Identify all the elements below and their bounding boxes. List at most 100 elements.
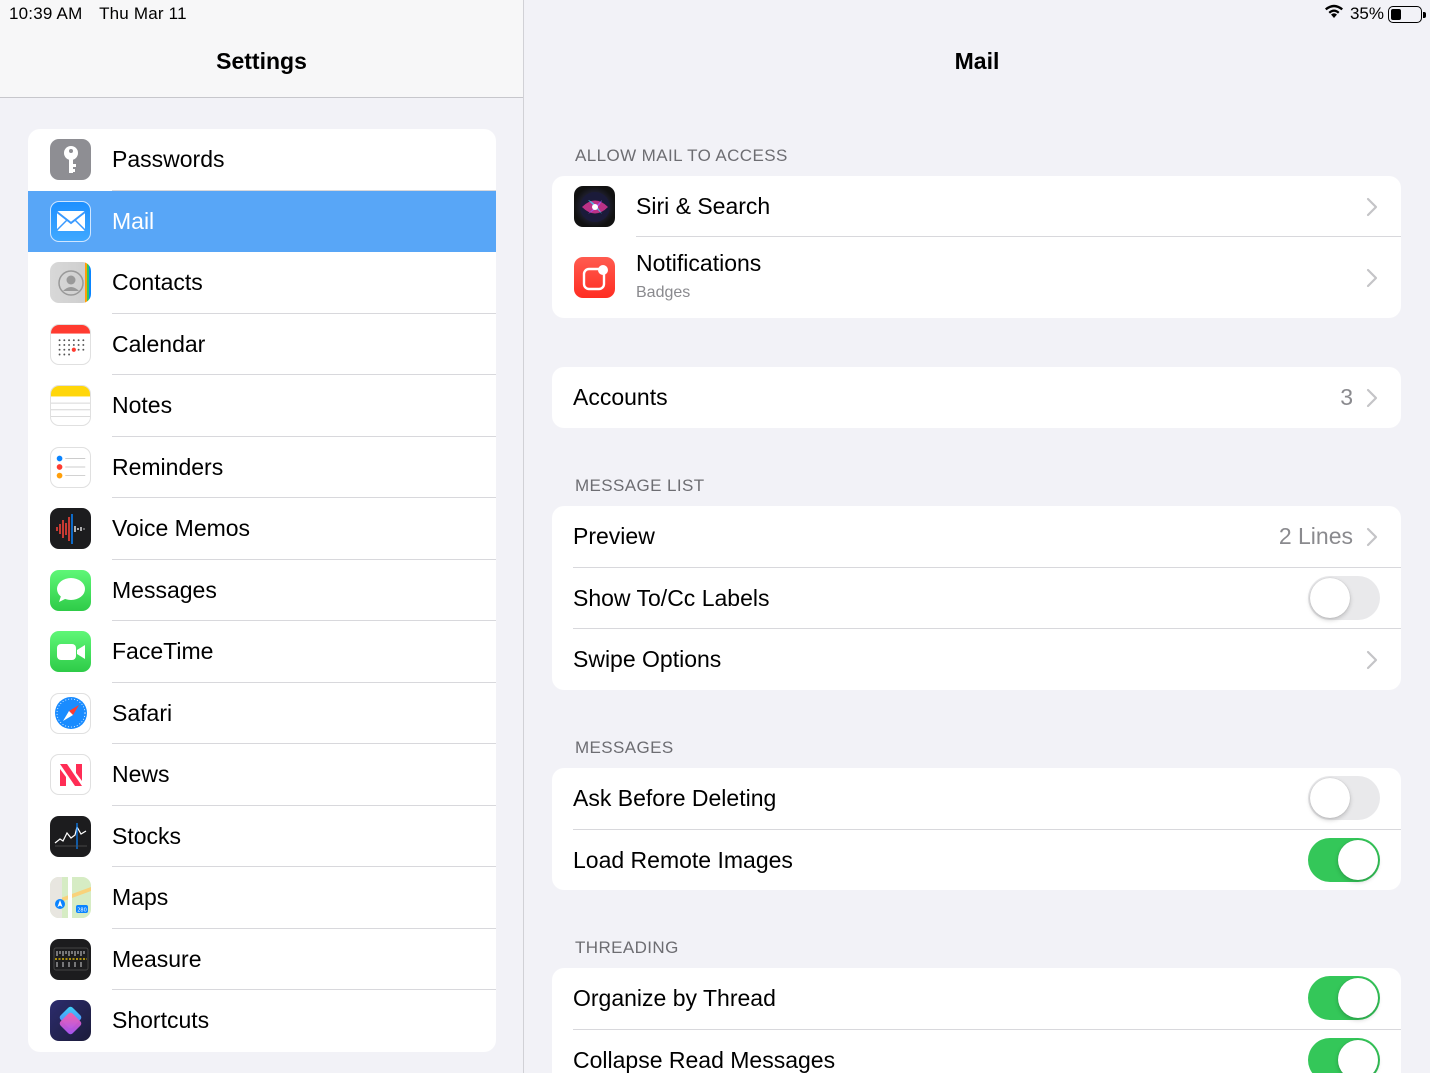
swipe-options-label: Swipe Options: [573, 646, 722, 672]
facetime-icon: [50, 631, 91, 672]
sidebar-item-label: Shortcuts: [112, 1007, 210, 1034]
stocks-icon: [50, 815, 91, 857]
sidebar-item-passwords[interactable]: Passwords: [28, 129, 496, 191]
row-load-remote-images: Load Remote Images: [552, 830, 1401, 891]
page-title: Mail: [954, 48, 1000, 74]
sidebar-item-news[interactable]: News: [28, 744, 496, 806]
sidebar-item-label: Notes: [112, 392, 173, 419]
svg-text:280: 280: [77, 908, 87, 914]
news-icon: [50, 754, 91, 795]
battery-icon: [1388, 5, 1426, 23]
ask-before-deleting-toggle[interactable]: [1308, 776, 1380, 820]
status-time: 10:39 AM: [9, 4, 83, 23]
sidebar-item-label: Mail: [112, 207, 155, 234]
organize-by-thread-label: Organize by Thread: [573, 985, 776, 1011]
group-message-list: Preview 2 Lines Show To/Cc Labels Swipe …: [552, 506, 1401, 690]
sidebar-item-calendar[interactable]: Calendar: [28, 314, 496, 375]
status-bar-right: 35%: [1324, 4, 1426, 24]
accounts-count: 3: [1340, 384, 1353, 410]
row-siri-search[interactable]: Siri & Search: [552, 176, 1401, 237]
row-swipe-options[interactable]: Swipe Options: [552, 629, 1401, 690]
sidebar-item-messages[interactable]: Messages: [28, 560, 496, 621]
sidebar-item-shortcuts[interactable]: Shortcuts: [28, 990, 496, 1052]
organize-by-thread-toggle[interactable]: [1308, 976, 1380, 1020]
sidebar-item-notes[interactable]: Notes: [28, 375, 496, 437]
collapse-read-messages-toggle[interactable]: [1308, 1037, 1380, 1073]
key-icon: [50, 139, 91, 180]
siri-icon: [574, 186, 615, 227]
voice-memos-icon: [50, 508, 91, 549]
reminders-icon: [50, 446, 91, 488]
section-header-message-list: MESSAGE LIST: [575, 476, 705, 495]
maps-icon: 280: [50, 877, 91, 918]
chevron-right-icon: [1366, 197, 1378, 217]
sidebar-item-measure[interactable]: Measure: [28, 929, 496, 990]
calendar-icon: [50, 323, 91, 365]
sidebar: Settings Passwords Mail Contacts Calenda…: [0, 0, 523, 1073]
row-preview[interactable]: Preview 2 Lines: [552, 506, 1401, 568]
notifications-label: Notifications: [636, 250, 762, 276]
sidebar-item-label: Calendar: [112, 330, 206, 357]
messages-icon: [50, 569, 91, 611]
sidebar-item-reminders[interactable]: Reminders: [28, 437, 496, 498]
chevron-right-icon: [1366, 527, 1378, 547]
measure-icon: [50, 938, 91, 980]
sidebar-item-label: Voice Memos: [112, 515, 251, 542]
split-divider: [523, 0, 524, 1073]
sidebar-item-label: Reminders: [112, 453, 224, 480]
sidebar-item-label: Maps: [112, 884, 169, 911]
sidebar-item-maps[interactable]: 280 Maps: [28, 867, 496, 929]
group-messages: Ask Before Deleting Load Remote Images: [552, 768, 1401, 890]
notifications-icon: [574, 257, 615, 298]
section-header-threading: THREADING: [575, 938, 679, 957]
collapse-read-messages-label: Collapse Read Messages: [573, 1046, 836, 1073]
row-accounts[interactable]: Accounts 3: [552, 367, 1401, 428]
safari-icon: [50, 692, 91, 734]
contacts-icon: [50, 262, 91, 303]
sidebar-item-label: Measure: [112, 945, 202, 972]
sidebar-item-contacts[interactable]: Contacts: [28, 252, 496, 314]
row-organize-by-thread: Organize by Thread: [552, 968, 1401, 1030]
row-collapse-read-messages: Collapse Read Messages: [552, 1030, 1401, 1073]
sidebar-item-label: Contacts: [112, 269, 203, 296]
sidebar-item-label: Safari: [112, 699, 173, 726]
section-header-messages: MESSAGES: [575, 738, 674, 757]
section-header-allow-access: ALLOW MAIL TO ACCESS: [575, 146, 788, 165]
sidebar-item-mail[interactable]: Mail: [28, 190, 496, 252]
status-date: Thu Mar 11: [99, 4, 187, 23]
row-notifications[interactable]: Notifications Badges: [552, 237, 1401, 318]
notes-icon: [50, 385, 91, 426]
preview-value: 2 Lines: [1278, 523, 1353, 549]
sidebar-list: Passwords Mail Contacts Calendar Notes R…: [28, 129, 496, 1052]
notifications-sublabel: Badges: [636, 284, 691, 301]
sidebar-item-label: Stocks: [112, 822, 182, 849]
show-tocc-toggle[interactable]: [1308, 575, 1380, 620]
wifi-icon: [1324, 4, 1344, 24]
load-remote-images-label: Load Remote Images: [573, 846, 793, 873]
group-allow-access: Siri & Search Notifications Badges: [552, 176, 1401, 318]
status-bar-left: 10:39 AM Thu Mar 11: [9, 4, 199, 24]
sidebar-item-label: News: [112, 761, 170, 788]
row-ask-before-deleting: Ask Before Deleting: [552, 768, 1401, 830]
chevron-right-icon: [1366, 268, 1378, 288]
accounts-label: Accounts: [573, 384, 668, 410]
ask-before-deleting-label: Ask Before Deleting: [573, 785, 777, 811]
sidebar-item-facetime[interactable]: FaceTime: [28, 621, 496, 683]
mail-icon: [50, 200, 91, 242]
row-show-tocc: Show To/Cc Labels: [552, 568, 1401, 629]
group-accounts: Accounts 3: [552, 367, 1401, 428]
chevron-right-icon: [1366, 388, 1378, 408]
sidebar-item-label: FaceTime: [112, 638, 214, 665]
sidebar-item-label: Passwords: [112, 146, 225, 173]
chevron-right-icon: [1366, 650, 1378, 670]
battery-percent: 35%: [1349, 4, 1384, 23]
sidebar-title: Settings: [216, 48, 307, 74]
shortcuts-icon: [50, 1000, 91, 1041]
sidebar-item-label: Messages: [112, 576, 217, 603]
load-remote-images-toggle[interactable]: [1308, 837, 1380, 882]
preview-label: Preview: [573, 523, 655, 549]
sidebar-item-stocks[interactable]: Stocks: [28, 806, 496, 867]
group-threading: Organize by Thread Collapse Read Message…: [552, 968, 1401, 1073]
sidebar-item-voice-memos[interactable]: Voice Memos: [28, 498, 496, 560]
sidebar-item-safari[interactable]: Safari: [28, 683, 496, 744]
